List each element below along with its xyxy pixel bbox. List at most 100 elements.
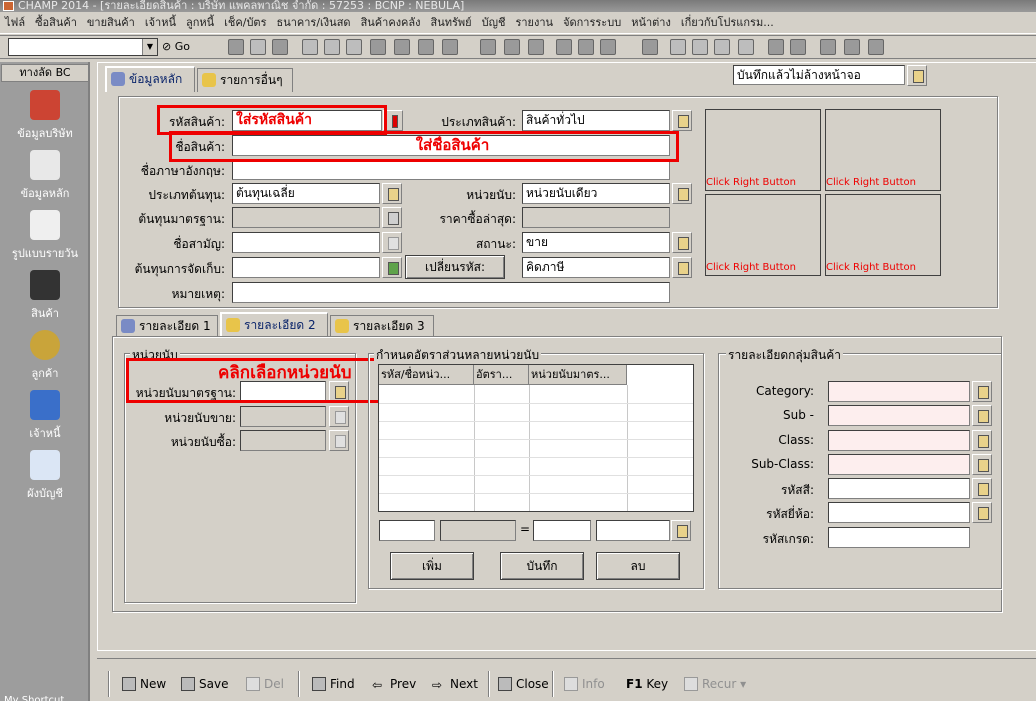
picture-box-2[interactable]: Click Right Button [825,109,941,191]
menu-file[interactable]: ไฟล์ [0,12,30,33]
search-icon[interactable] [302,39,318,55]
nav-customer[interactable]: ลูกค้า [2,330,88,382]
tab-main-data[interactable]: ข้อมูลหลัก [105,66,195,92]
goto-combo[interactable]: ▼ [8,38,158,56]
subclass-picker-icon[interactable] [972,454,992,475]
color-picker-icon[interactable] [972,478,992,499]
brand-picker-icon[interactable] [972,502,992,523]
alias-input[interactable] [232,232,380,253]
sub-picker-icon[interactable] [972,405,992,426]
ratio-value-input[interactable] [533,520,591,541]
menu-system[interactable]: จัดการระบบ [558,12,626,33]
menu-report[interactable]: รายงาน [510,12,558,33]
tab-detail-2[interactable]: รายละเอียด 2 [220,312,328,337]
cost-type-picker-icon[interactable] [382,183,402,204]
preview-icon[interactable] [600,39,616,55]
exit-icon[interactable] [370,39,386,55]
print-icon[interactable] [578,39,594,55]
f1-key-button[interactable]: F1 Key [608,676,668,692]
class-input[interactable] [828,430,970,451]
arrow-right-icon[interactable] [346,39,362,55]
menu-debtor[interactable]: ลูกหนี้ [181,12,219,33]
cube-icon[interactable] [642,39,658,55]
grid-icon[interactable] [714,39,730,55]
category-picker-icon[interactable] [972,381,992,402]
storage-cost-input[interactable] [232,257,380,278]
window2-icon[interactable] [790,39,806,55]
menu-account[interactable]: บัญชี [477,12,511,33]
save-row-button[interactable]: บันทึก [500,552,584,580]
sub-input[interactable] [828,405,970,426]
chart-icon[interactable] [692,39,708,55]
unit-type-picker-icon[interactable] [672,183,692,204]
cost-type-input[interactable]: ต้นทุนเฉลี่ย [232,183,380,204]
picture-box-1[interactable]: Click Right Button [705,109,821,191]
menu-about[interactable]: เกี่ยวกับโปรแกรม... [676,12,779,33]
key-icon[interactable] [418,39,434,55]
nav-chart-of-accounts[interactable]: ผังบัญชี [2,450,88,502]
new-button[interactable]: New [122,676,166,692]
save-mode-picker-icon[interactable] [907,65,927,86]
recur-icon[interactable] [442,39,458,55]
attach-icon[interactable] [504,39,520,55]
grade-input[interactable] [828,527,970,548]
menu-inventory[interactable]: สินค้าคงคลัง [356,12,426,33]
save-mode-field[interactable]: บันทึกแล้วไม่ล้างหน้าจอ [733,65,905,85]
category-input[interactable] [828,381,970,402]
arrow-left-icon[interactable] [324,39,340,55]
tab-detail-3[interactable]: รายละเอียด 3 [330,315,434,337]
subclass-input[interactable] [828,454,970,475]
menu-creditor[interactable]: เจ้าหนี้ [140,12,181,33]
window-icon[interactable] [768,39,784,55]
tool-icon[interactable] [528,39,544,55]
calculator-icon[interactable] [382,207,402,228]
add-button[interactable]: เพิ่ม [390,552,474,580]
calc-icon[interactable] [556,39,572,55]
english-name-input[interactable] [232,159,670,180]
menu-asset[interactable]: สินทรัพย์ [426,12,477,33]
menu-bank[interactable]: ธนาคาร/เงินสด [271,12,355,33]
calculator-green-icon[interactable] [382,257,402,278]
save-button[interactable]: Save [181,676,228,692]
wand-icon[interactable] [670,39,686,55]
menu-cheque[interactable]: เช็ค/บัตร [219,12,271,33]
column-header[interactable]: อัตรา... [474,365,529,385]
box-icon[interactable] [844,39,860,55]
note-input[interactable] [232,282,670,303]
menu-sales[interactable]: ขายสินค้า [82,12,140,33]
chevron-down-icon[interactable]: ▼ [142,39,157,55]
ratio-unit-input[interactable] [379,520,435,541]
nav-daily[interactable]: รูปแบบรายวัน [2,210,88,262]
tax-picker-icon[interactable] [672,257,692,278]
nav-product[interactable]: สินค้า [2,270,88,322]
go-button[interactable]: ⊘ Go [162,38,190,56]
report-icon[interactable] [738,39,754,55]
menu-window[interactable]: หน้าต่าง [626,12,676,33]
status-picker-icon[interactable] [672,232,692,253]
nav-company[interactable]: ข้อมูลบริษัท [2,90,88,142]
nav-master[interactable]: ข้อมูลหลัก [2,150,88,202]
info-icon[interactable] [394,39,410,55]
status-input[interactable]: ขาย [522,232,670,253]
find-button[interactable]: Find [312,676,355,692]
link-icon[interactable] [480,39,496,55]
column-header[interactable]: รหัส/ชื่อหน่ว... [379,365,474,385]
nav-creditor[interactable]: เจ้าหนี้ [2,390,88,442]
class-picker-icon[interactable] [972,430,992,451]
type-input[interactable]: สินค้าทั่วไป [522,110,670,131]
tab-detail-1[interactable]: รายละเอียด 1 [116,315,218,337]
delete-icon[interactable] [272,39,288,55]
close-button[interactable]: Close [498,676,549,692]
tab-other[interactable]: รายการอื่นๆ [197,68,293,92]
picture-box-4[interactable]: Click Right Button [825,194,941,276]
doc-icon[interactable] [228,39,244,55]
save-icon[interactable] [250,39,266,55]
brand-input[interactable] [828,502,970,523]
color-input[interactable] [828,478,970,499]
ratio-std-input[interactable] [596,520,670,541]
book-icon[interactable] [820,39,836,55]
next-button[interactable]: ⇨ Next [432,676,478,692]
change-code-button[interactable]: เปลี่ยนรหัส: [405,255,505,279]
user-icon[interactable] [868,39,884,55]
type-picker-icon[interactable] [672,110,692,131]
